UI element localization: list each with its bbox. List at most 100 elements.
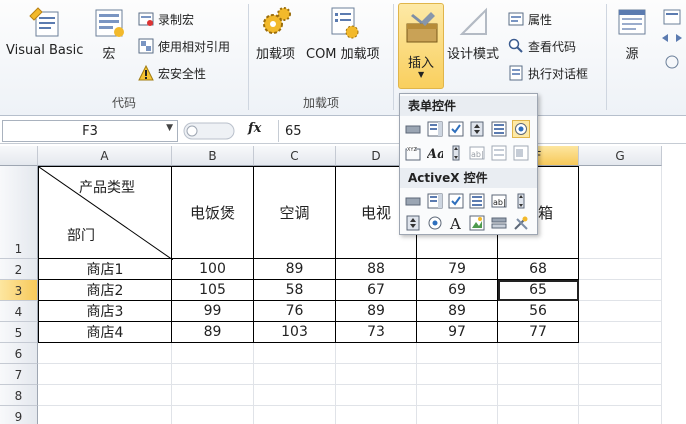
cell-e4[interactable]: 89: [417, 301, 498, 322]
group-box-icon[interactable]: XYZ: [404, 144, 422, 162]
row-header-3[interactable]: 3: [0, 280, 38, 301]
column-header-a[interactable]: A: [38, 146, 172, 166]
activex-toggle-button-icon[interactable]: [490, 214, 508, 232]
activex-combo-box-icon[interactable]: [426, 192, 444, 210]
row-header-9[interactable]: 9: [0, 406, 38, 424]
row-header-1[interactable]: 1: [0, 166, 38, 259]
insert-button[interactable]: 插入 ▼: [398, 3, 444, 89]
run-dialog-button[interactable]: 执行对话框: [508, 64, 588, 82]
row-header-4[interactable]: 4: [0, 301, 38, 322]
activex-spin-button-icon[interactable]: [404, 214, 422, 232]
activex-list-box-icon[interactable]: [468, 192, 486, 210]
cell-a4[interactable]: 商店3: [38, 301, 172, 322]
button-control-icon[interactable]: [404, 120, 422, 138]
cell-header-b[interactable]: 电饭煲: [172, 166, 254, 259]
cell-d4[interactable]: 89: [336, 301, 417, 322]
cell-a1-diagonal-header[interactable]: 产品类型 部门: [38, 166, 173, 260]
cell-a5[interactable]: 商店4: [38, 322, 172, 343]
cell-g8[interactable]: [579, 385, 662, 406]
label-control-icon[interactable]: Aa: [426, 144, 444, 162]
cell-b5[interactable]: 89: [172, 322, 254, 343]
cell-a8[interactable]: [38, 385, 172, 406]
cell-a9[interactable]: [38, 406, 172, 424]
addins-button[interactable]: 加载项: [256, 4, 295, 62]
cell-b3[interactable]: 105: [172, 280, 254, 301]
com-addins-button[interactable]: COM 加载项: [306, 4, 380, 62]
cell-g2[interactable]: [579, 259, 662, 280]
cell-c8[interactable]: [254, 385, 336, 406]
cell-d6[interactable]: [336, 343, 417, 364]
cell-b2[interactable]: 100: [172, 259, 254, 280]
cell-e3[interactable]: 69: [417, 280, 498, 301]
cell-f9[interactable]: [498, 406, 579, 424]
cell-b9[interactable]: [172, 406, 254, 424]
checkbox-control-icon[interactable]: [447, 120, 465, 138]
properties-button[interactable]: 属性: [508, 10, 552, 28]
option-button-icon[interactable]: [512, 120, 530, 138]
cell-c2[interactable]: 89: [254, 259, 336, 280]
combo-box-icon[interactable]: [426, 120, 444, 138]
cell-a3[interactable]: 商店2: [38, 280, 172, 301]
record-macro-button[interactable]: 录制宏: [138, 10, 194, 28]
cell-f5[interactable]: 77: [498, 322, 579, 343]
column-header-b[interactable]: B: [172, 146, 254, 166]
insert-function-button[interactable]: fx: [248, 121, 261, 136]
activex-scroll-bar-icon[interactable]: [512, 192, 530, 210]
cell-b6[interactable]: [172, 343, 254, 364]
cell-d3[interactable]: 67: [336, 280, 417, 301]
activex-option-button-icon[interactable]: [426, 214, 444, 232]
cell-f3[interactable]: 65: [498, 280, 579, 301]
cell-e2[interactable]: 79: [417, 259, 498, 280]
row-header-2[interactable]: 2: [0, 259, 38, 280]
cell-c5[interactable]: 103: [254, 322, 336, 343]
column-header-c[interactable]: C: [254, 146, 336, 166]
cell-f2[interactable]: 68: [498, 259, 579, 280]
cell-b4[interactable]: 99: [172, 301, 254, 322]
cell-g9[interactable]: [579, 406, 662, 424]
cell-e6[interactable]: [417, 343, 498, 364]
cell-e5[interactable]: 97: [417, 322, 498, 343]
cell-c3[interactable]: 58: [254, 280, 336, 301]
chevron-down-icon[interactable]: ▼: [166, 123, 173, 133]
macro-security-button[interactable]: 宏安全性: [138, 64, 206, 82]
activex-text-box-icon[interactable]: ab|: [490, 192, 508, 210]
activex-image-icon[interactable]: [468, 214, 486, 232]
cell-c6[interactable]: [254, 343, 336, 364]
visual-basic-button[interactable]: Visual Basic: [6, 4, 83, 58]
cell-b7[interactable]: [172, 364, 254, 385]
cell-b8[interactable]: [172, 385, 254, 406]
cell-a2[interactable]: 商店1: [38, 259, 172, 280]
design-mode-button[interactable]: 设计模式: [447, 4, 499, 62]
cell-f7[interactable]: [498, 364, 579, 385]
column-header-g[interactable]: G: [579, 146, 662, 166]
list-box-icon[interactable]: [490, 120, 508, 138]
cell-a7[interactable]: [38, 364, 172, 385]
cell-g6[interactable]: [579, 343, 662, 364]
cell-f6[interactable]: [498, 343, 579, 364]
cell-f8[interactable]: [498, 385, 579, 406]
cell-f4[interactable]: 56: [498, 301, 579, 322]
cell-d5[interactable]: 73: [336, 322, 417, 343]
splitter-handle-icon[interactable]: [182, 121, 242, 141]
row-header-5[interactable]: 5: [0, 322, 38, 343]
cell-g1[interactable]: [579, 166, 662, 259]
scroll-bar-icon[interactable]: [447, 144, 465, 162]
activex-checkbox-icon[interactable]: [447, 192, 465, 210]
view-code-button[interactable]: 查看代码: [508, 37, 576, 55]
cell-c9[interactable]: [254, 406, 336, 424]
cell-g3[interactable]: [579, 280, 662, 301]
cell-e7[interactable]: [417, 364, 498, 385]
more-controls-icon[interactable]: [512, 214, 530, 232]
row-header-8[interactable]: 8: [0, 385, 38, 406]
cell-d7[interactable]: [336, 364, 417, 385]
macros-button[interactable]: 宏: [92, 4, 126, 62]
cell-g4[interactable]: [579, 301, 662, 322]
activex-label-icon[interactable]: A: [447, 214, 465, 232]
name-box[interactable]: F3 ▼: [2, 120, 178, 142]
row-header-6[interactable]: 6: [0, 343, 38, 364]
cell-c4[interactable]: 76: [254, 301, 336, 322]
source-button[interactable]: 源: [615, 4, 649, 62]
cell-g7[interactable]: [579, 364, 662, 385]
cell-c7[interactable]: [254, 364, 336, 385]
activex-button-icon[interactable]: [404, 192, 422, 210]
